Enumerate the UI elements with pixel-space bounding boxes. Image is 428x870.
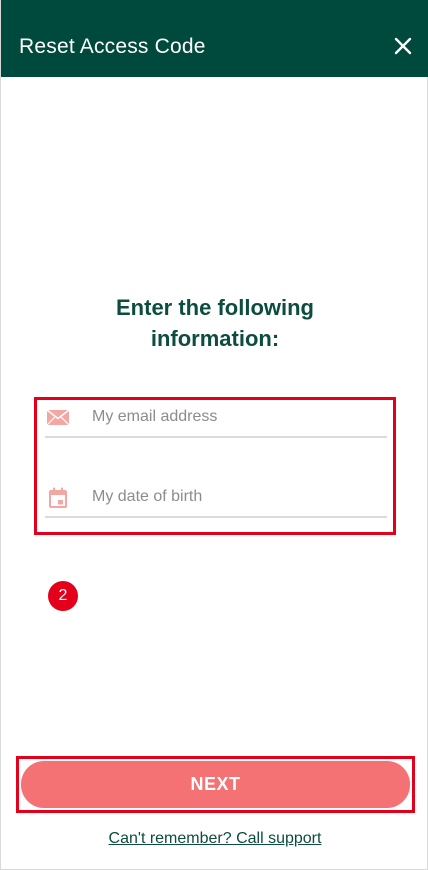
next-button[interactable]: NEXT [21,761,410,808]
instruction-heading-line2: information: [150,326,280,351]
credentials-form [34,397,396,535]
envelope-icon [46,409,70,426]
email-field[interactable] [45,400,387,438]
call-support-link[interactable]: Can't remember? Call support [1,828,428,850]
instruction-heading: Enter the following information: [1,292,428,354]
reset-access-code-screen: Reset Access Code Enter the following in… [0,0,428,870]
date-of-birth-input[interactable] [92,484,382,510]
step-badge: 2 [48,581,78,611]
close-button[interactable] [391,34,415,58]
calendar-icon [49,487,67,508]
page-title: Reset Access Code [19,35,206,58]
date-of-birth-field[interactable] [45,480,387,518]
close-icon [394,37,412,55]
header-bar: Reset Access Code [1,0,428,77]
email-input[interactable] [92,404,382,430]
next-button-wrapper: NEXT [16,756,415,813]
instruction-heading-line1: Enter the following [116,295,314,320]
